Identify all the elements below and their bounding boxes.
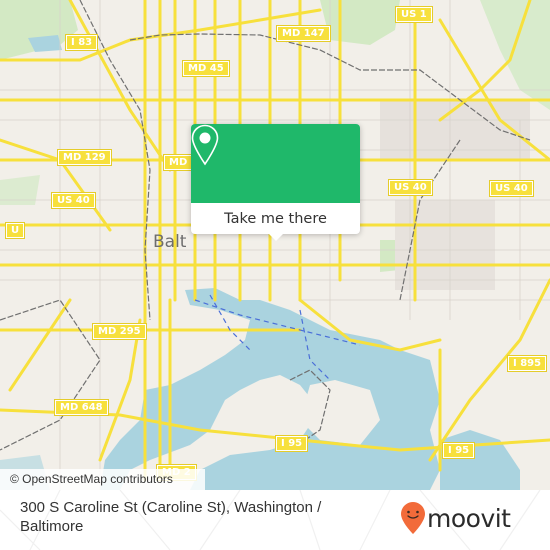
route-shield-us40: US 40 [489,180,534,197]
route-shield-i83: I 83 [64,34,99,51]
map-view[interactable]: I 83 MD 147 US 1 MD 45 MD 129 MD US 40 U… [0,0,550,490]
moovit-pin-icon [401,502,425,534]
route-shield-us: U [4,222,26,239]
route-shield-md: MD [162,154,194,171]
route-shield-md648: MD 648 [54,399,109,416]
popup-header [191,124,360,203]
route-shield-i95: I 95 [441,442,476,459]
route-shield-md147: MD 147 [276,25,331,42]
route-shield-us1: US 1 [395,6,433,23]
popup-pointer [269,234,283,241]
moovit-logo[interactable]: moovit [400,500,511,536]
route-shield-md45: MD 45 [182,60,230,77]
map-canvas[interactable] [0,0,550,490]
route-shield-i895: I 895 [506,355,548,372]
route-shield-us40: US 40 [388,179,433,196]
city-label: Balt [153,232,187,252]
location-popup: Take me there [191,124,360,241]
stop-address: 300 S Caroline St (Caroline St), Washing… [20,499,322,535]
route-shield-md129: MD 129 [57,149,112,166]
map-pin-icon [191,124,219,166]
route-shield-md295: MD 295 [92,323,147,340]
take-me-there-button[interactable]: Take me there [191,203,360,234]
map-attribution[interactable]: © OpenStreetMap contributors [0,469,205,490]
route-shield-i95: I 95 [274,435,309,452]
moovit-wordmark: moovit [427,503,511,533]
route-shield-us40: US 40 [51,192,96,209]
footer-bar: 300 S Caroline St (Caroline St), Washing… [0,490,550,550]
